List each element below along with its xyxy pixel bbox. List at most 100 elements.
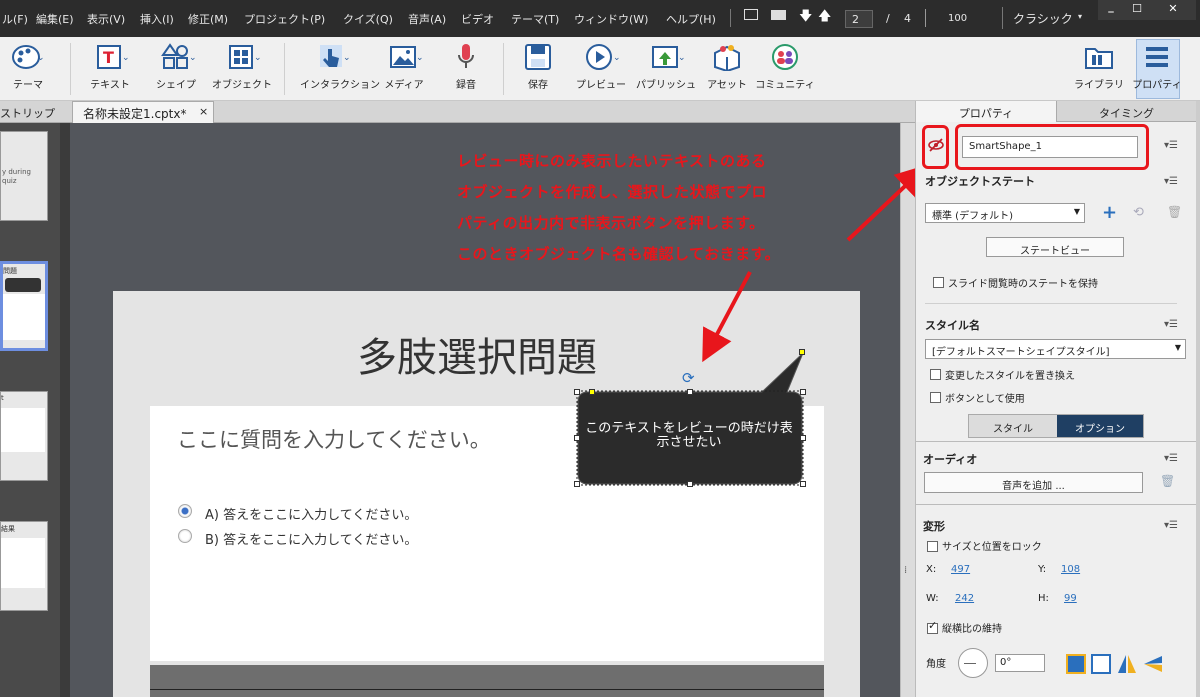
reset-state-icon[interactable]: ⟲	[1133, 205, 1144, 220]
object-button[interactable]: ⌄ オブジェクト	[212, 43, 272, 91]
rotate-right-icon[interactable]	[1091, 654, 1111, 674]
panel-menu-icon[interactable]: ▾☰	[1164, 453, 1178, 464]
angle-dial[interactable]	[958, 648, 988, 678]
selection-handle[interactable]	[574, 481, 580, 487]
panel-scrollbar[interactable]	[1196, 101, 1200, 697]
selection-handle[interactable]	[800, 435, 806, 441]
y-value[interactable]: 108	[1061, 564, 1080, 575]
segment-style[interactable]: スタイル	[969, 415, 1057, 437]
bubble-text[interactable]: このテキストをレビューの時だけ表示させたい	[583, 422, 795, 450]
answer-text-b[interactable]: B) 答えをここに入力してください。	[205, 529, 417, 548]
menu-file[interactable]: ル(F)	[2, 11, 28, 27]
panel-menu-icon[interactable]: ▾☰	[1164, 319, 1178, 330]
theme-button[interactable]: ⌄ テーマ	[0, 43, 58, 91]
page-number-input[interactable]: 2	[845, 10, 873, 28]
media-button[interactable]: ⌄ メディア	[374, 43, 434, 91]
slide-thumbnail-4[interactable]: 結果	[0, 521, 48, 611]
close-tab-icon[interactable]: ×	[199, 105, 208, 118]
menu-audio[interactable]: 音声(A)	[408, 11, 446, 27]
state-select[interactable]: 標準 (デフォルト) ▼	[925, 203, 1085, 223]
filmstrip-tab[interactable]: ストリップ	[0, 105, 55, 121]
tail-handle[interactable]	[799, 349, 805, 355]
menu-modify[interactable]: 修正(M)	[188, 11, 228, 27]
menu-theme[interactable]: テーマ(T)	[511, 11, 559, 27]
replace-style-checkbox[interactable]	[930, 369, 941, 380]
panel-splitter[interactable]: ⁞	[900, 123, 915, 697]
tab-properties[interactable]: プロパティ	[916, 101, 1056, 122]
selection-handle[interactable]	[574, 389, 580, 395]
slide-thumbnail-1[interactable]: y during quiz	[0, 131, 48, 221]
selection-handle[interactable]	[800, 389, 806, 395]
properties-button[interactable]: プロパティ	[1127, 43, 1187, 91]
interaction-button[interactable]: ⌄ インタラクション	[300, 43, 380, 91]
assets-button[interactable]: アセット	[697, 43, 757, 91]
preview-button[interactable]: ⌄ プレビュー	[571, 43, 631, 91]
chevron-down-icon[interactable]: ▾	[1078, 12, 1082, 21]
selection-handle[interactable]	[800, 481, 806, 487]
flip-vertical-icon[interactable]	[1142, 653, 1164, 675]
slide-title[interactable]: 多肢選択問題	[357, 325, 597, 383]
menu-project[interactable]: プロジェクト(P)	[244, 11, 325, 27]
selection-handle[interactable]	[574, 435, 580, 441]
add-state-icon[interactable]: +	[1102, 202, 1117, 223]
flip-horizontal-icon[interactable]	[1116, 653, 1138, 675]
mail-icon[interactable]	[771, 10, 786, 20]
answer-text-a[interactable]: A) 答えをここに入力してください。	[205, 504, 417, 523]
menu-quiz[interactable]: クイズ(Q)	[343, 11, 393, 27]
tab-timing[interactable]: タイミング	[1056, 101, 1196, 122]
panel-menu-icon[interactable]: ▾☰	[1164, 520, 1178, 531]
menu-insert[interactable]: 挿入(I)	[140, 11, 174, 27]
text-button[interactable]: T ⌄ テキスト	[80, 43, 140, 91]
arrow-down-icon[interactable]: 🡇	[799, 7, 812, 29]
menu-edit[interactable]: 編集(E)	[36, 11, 74, 27]
eye-hidden-icon[interactable]	[927, 137, 945, 153]
panel-menu-icon[interactable]: ▾☰	[1164, 140, 1178, 151]
minimize-icon[interactable]: _	[1098, 0, 1124, 20]
comment-icon[interactable]	[744, 9, 758, 20]
panel-menu-icon[interactable]: ▾☰	[1164, 176, 1178, 187]
menu-view[interactable]: 表示(V)	[87, 11, 125, 27]
use-as-button-checkbox[interactable]	[930, 392, 941, 403]
y-label: Y:	[1038, 564, 1047, 575]
slide-thumbnail-2[interactable]: 問題	[0, 261, 48, 351]
record-audio-button[interactable]: 録音	[436, 43, 496, 91]
menu-window[interactable]: ウィンドウ(W)	[574, 11, 648, 27]
delete-state-icon[interactable]: 🗑	[1167, 205, 1182, 219]
retain-state-checkbox[interactable]	[933, 277, 944, 288]
question-text[interactable]: ここに質問を入力してください。	[177, 424, 491, 454]
selection-handle[interactable]	[687, 389, 693, 395]
style-select[interactable]: [デフォルトスマートシェイプスタイル] ▼	[925, 339, 1186, 359]
w-value[interactable]: 242	[955, 593, 974, 604]
audio-heading: オーディオ	[923, 453, 978, 466]
selection-handle[interactable]	[687, 481, 693, 487]
document-tab[interactable]: 名称未設定1.cptx* ×	[72, 101, 214, 123]
selection-handle[interactable]	[589, 389, 595, 395]
community-button[interactable]: コミュニティ	[755, 43, 815, 91]
library-button[interactable]: ライブラリ	[1069, 43, 1129, 91]
delete-audio-icon[interactable]: 🗑	[1160, 474, 1175, 488]
shape-button[interactable]: ⌄ シェイプ	[146, 43, 206, 91]
filmstrip-scrollbar[interactable]	[60, 123, 70, 697]
h-value[interactable]: 99	[1064, 593, 1077, 604]
workspace-select[interactable]: クラシック	[1013, 10, 1073, 27]
x-value[interactable]: 497	[951, 564, 970, 575]
add-audio-button[interactable]: 音声を追加 ...	[924, 472, 1143, 493]
menu-help[interactable]: ヘルプ(H)	[666, 11, 716, 27]
arrow-up-icon[interactable]: 🡅	[818, 7, 831, 29]
publish-button[interactable]: ⌄ パブリッシュ	[636, 43, 696, 91]
rotate-left-icon[interactable]	[1066, 654, 1086, 674]
angle-input[interactable]: 0°	[995, 654, 1045, 672]
close-window-icon[interactable]: ✕	[1150, 0, 1196, 20]
segment-options[interactable]: オプション	[1057, 415, 1143, 437]
rotate-handle-icon[interactable]: ⟳	[682, 369, 695, 387]
slide-thumbnail-3[interactable]: t	[0, 391, 48, 481]
answer-radio-b[interactable]	[178, 529, 192, 543]
object-name-input[interactable]: SmartShape_1	[962, 136, 1138, 158]
save-button[interactable]: 保存	[508, 43, 568, 91]
lock-size-checkbox[interactable]	[927, 541, 938, 552]
menu-video[interactable]: ビデオ	[461, 11, 494, 27]
maximize-icon[interactable]: ☐	[1124, 0, 1150, 20]
state-view-button[interactable]: ステートビュー	[986, 237, 1124, 257]
zoom-value[interactable]: 100	[948, 13, 967, 24]
answer-radio-a[interactable]	[178, 504, 192, 518]
